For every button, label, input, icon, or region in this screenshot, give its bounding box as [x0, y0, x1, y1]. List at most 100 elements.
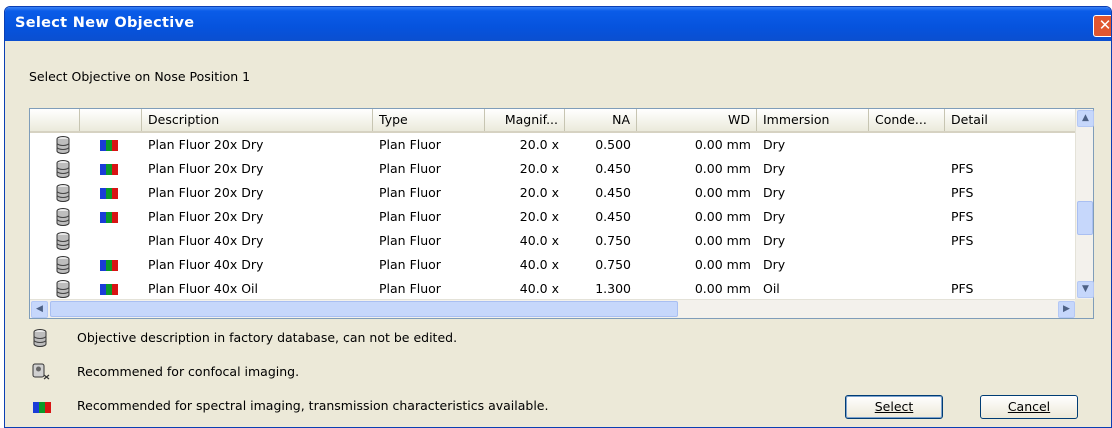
scroll-down-button[interactable]: ▼: [1077, 281, 1094, 298]
cancel-button[interactable]: Cancel: [980, 395, 1078, 419]
cell-description: Plan Fluor 20x Dry: [148, 209, 264, 224]
cell-detail: PFS: [951, 209, 974, 224]
column-header-condenser[interactable]: Conde...: [869, 109, 945, 131]
cell-magnification: 20.0 x: [519, 161, 559, 176]
spectral-bars-icon: [33, 402, 51, 413]
legend-database-text: Objective description in factory databas…: [77, 330, 458, 345]
cell-detail: PFS: [951, 233, 974, 248]
cell-wd: 0.00 mm: [694, 137, 751, 152]
cell-magnification: 40.0 x: [519, 233, 559, 248]
spectral-bars-icon: [100, 212, 118, 223]
spectral-bars-icon: [100, 188, 118, 199]
scroll-left-button[interactable]: ◀: [31, 301, 48, 318]
table-row[interactable]: Plan Fluor 20x Dry Plan Fluor 20.0 x 0.450 0…: [30, 181, 1076, 205]
cell-condenser: [869, 133, 945, 157]
select-button-label: Select: [874, 399, 914, 414]
horizontal-scroll-thumb[interactable]: [50, 301, 678, 317]
cell-condenser: [869, 253, 945, 277]
scroll-right-button[interactable]: ▶: [1058, 301, 1075, 318]
cell-na: 0.450: [595, 185, 631, 200]
list-header: Description Type Magnif... NA WD Immersi…: [30, 109, 1076, 133]
cell-type: Plan Fluor: [379, 209, 441, 224]
cell-detail: PFS: [951, 185, 974, 200]
close-button[interactable]: ✕: [1093, 15, 1111, 37]
cell-condenser: [869, 181, 945, 205]
cell-detail: [945, 133, 1076, 157]
cell-type: Plan Fluor: [379, 233, 441, 248]
cell-immersion: Dry: [763, 137, 786, 152]
column-header-detail[interactable]: Detail: [945, 109, 1076, 131]
cylinder-database-icon: [56, 256, 70, 274]
spectral-bars-icon: [100, 164, 118, 175]
table-row[interactable]: Plan Fluor 40x Dry Plan Fluor 40.0 x 0.750 0…: [30, 253, 1076, 277]
cell-description: Plan Fluor 20x Dry: [148, 185, 264, 200]
cell-immersion: Oil: [763, 281, 780, 296]
column-header-magnification[interactable]: Magnif...: [485, 109, 565, 131]
select-button[interactable]: Select: [845, 395, 943, 419]
cell-magnification: 20.0 x: [519, 185, 559, 200]
vertical-scroll-thumb[interactable]: [1077, 201, 1093, 235]
cell-description: Plan Fluor 20x Dry: [148, 137, 264, 152]
cell-description: Plan Fluor 40x Dry: [148, 257, 264, 272]
cell-detail: PFS: [951, 161, 974, 176]
cell-type: Plan Fluor: [379, 281, 441, 296]
cell-immersion: Dry: [763, 209, 786, 224]
vertical-scrollbar[interactable]: ▲ ▼: [1075, 109, 1094, 299]
cell-description: Plan Fluor 40x Oil: [148, 281, 258, 296]
cell-type: Plan Fluor: [379, 257, 441, 272]
cell-immersion: Dry: [763, 233, 786, 248]
cell-magnification: 20.0 x: [519, 137, 559, 152]
horizontal-scrollbar[interactable]: ◀ ▶: [30, 299, 1076, 318]
cell-wd: 0.00 mm: [694, 185, 751, 200]
legend-confocal-text: Recommened for confocal imaging.: [77, 364, 300, 379]
cell-condenser: [869, 157, 945, 181]
cell-detail: [945, 253, 1076, 277]
cell-description: Plan Fluor 40x Dry: [148, 233, 264, 248]
cell-description: Plan Fluor 20x Dry: [148, 161, 264, 176]
cell-na: 1.300: [595, 281, 631, 296]
cell-type: Plan Fluor: [379, 161, 441, 176]
cell-condenser: [869, 205, 945, 229]
cell-condenser: [869, 277, 945, 301]
spectral-bars-icon: [100, 140, 118, 151]
cylinder-database-icon: [56, 184, 70, 202]
cylinder-database-icon: [56, 232, 70, 250]
confocal-icon: [32, 363, 50, 380]
column-header-type[interactable]: Type: [373, 109, 485, 131]
cell-detail: PFS: [951, 281, 974, 296]
select-objective-dialog: Select New Objective ✕ Select Objective …: [4, 6, 1112, 428]
nose-position-label: Select Objective on Nose Position 1: [29, 69, 251, 84]
cell-na: 0.750: [595, 257, 631, 272]
cell-immersion: Dry: [763, 185, 786, 200]
spectral-bars-icon: [100, 260, 118, 271]
cell-wd: 0.00 mm: [694, 233, 751, 248]
header-icon-spectral[interactable]: [80, 109, 142, 131]
cell-type: Plan Fluor: [379, 137, 441, 152]
cell-na: 0.450: [595, 161, 631, 176]
table-row[interactable]: Plan Fluor 20x Dry Plan Fluor 20.0 x 0.500 0…: [30, 133, 1076, 157]
cell-magnification: 20.0 x: [519, 209, 559, 224]
cylinder-database-icon: [33, 329, 47, 347]
cell-immersion: Dry: [763, 257, 786, 272]
header-icon-db[interactable]: [30, 109, 80, 131]
table-row[interactable]: Plan Fluor 40x Oil Plan Fluor 40.0 x 1.300 0…: [30, 277, 1076, 301]
scrollbar-corner: [1075, 299, 1093, 318]
cylinder-database-icon: [56, 160, 70, 178]
table-row[interactable]: Plan Fluor 40x Dry Plan Fluor 40.0 x 0.750 0…: [30, 229, 1076, 253]
cell-wd: 0.00 mm: [694, 257, 751, 272]
cell-type: Plan Fluor: [379, 185, 441, 200]
table-row[interactable]: Plan Fluor 20x Dry Plan Fluor 20.0 x 0.450 0…: [30, 157, 1076, 181]
cell-magnification: 40.0 x: [519, 257, 559, 272]
column-header-na[interactable]: NA: [565, 109, 637, 131]
column-header-wd[interactable]: WD: [637, 109, 757, 131]
table-row[interactable]: Plan Fluor 20x Dry Plan Fluor 20.0 x 0.450 0…: [30, 205, 1076, 229]
cell-wd: 0.00 mm: [694, 281, 751, 296]
titlebar: Select New Objective ✕: [5, 7, 1111, 41]
column-header-description[interactable]: Description: [142, 109, 373, 131]
objective-list[interactable]: Description Type Magnif... NA WD Immersi…: [29, 108, 1094, 319]
cell-immersion: Dry: [763, 161, 786, 176]
dialog-title: Select New Objective: [15, 15, 195, 31]
scroll-up-button[interactable]: ▲: [1077, 110, 1094, 127]
cell-na: 0.500: [595, 137, 631, 152]
column-header-immersion[interactable]: Immersion: [757, 109, 869, 131]
